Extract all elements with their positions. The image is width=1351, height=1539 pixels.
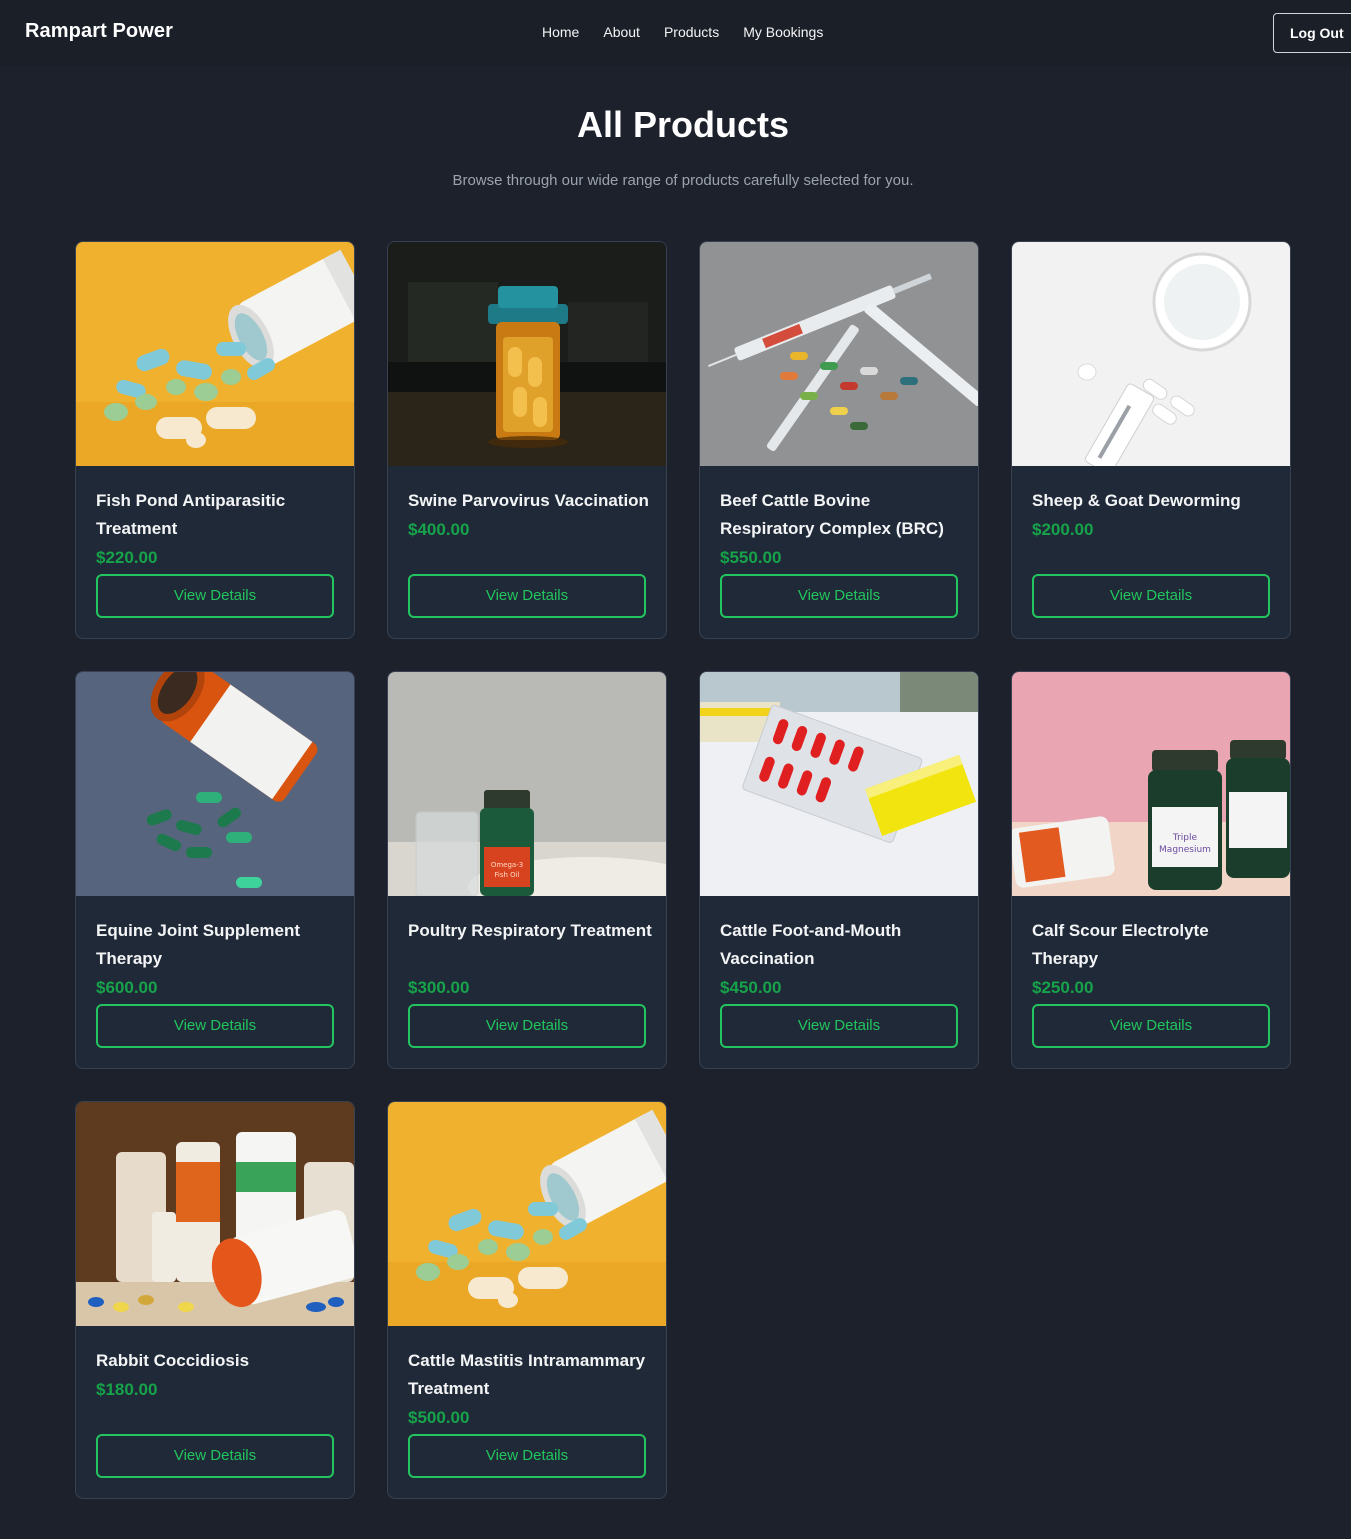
- navbar: Rampart Power Home About Products My Boo…: [0, 0, 1351, 66]
- nav-my-bookings[interactable]: My Bookings: [731, 24, 835, 40]
- view-details-button[interactable]: View Details: [720, 574, 958, 618]
- product-image[interactable]: [1012, 672, 1290, 896]
- nav-products[interactable]: Products: [652, 24, 731, 40]
- product-card: Fish Pond Antiparasitic Treatment $220.0…: [75, 241, 355, 639]
- product-title: Cattle Foot-and-Mouth Vaccination: [720, 921, 902, 968]
- product-image[interactable]: [1012, 242, 1290, 466]
- product-price: $550.00: [720, 548, 782, 567]
- product-title: Beef Cattle Bovine Respiratory Complex (…: [720, 491, 944, 538]
- product-title: Sheep & Goat Deworming: [1032, 491, 1241, 510]
- view-details-button[interactable]: View Details: [96, 574, 334, 618]
- page-subtitle: Browse through our wide range of product…: [452, 172, 914, 189]
- product-card: Poultry Respiratory Treatment $300.00 Vi…: [387, 671, 667, 1069]
- product-card: Cattle Mastitis Intramammary Treatment $…: [387, 1101, 667, 1499]
- view-details-button[interactable]: View Details: [1032, 574, 1270, 618]
- product-card: Calf Scour Electrolyte Therapy $250.00 V…: [1011, 671, 1291, 1069]
- product-image[interactable]: [700, 242, 978, 466]
- product-image[interactable]: [388, 1102, 666, 1326]
- product-image[interactable]: [700, 672, 978, 896]
- product-card: Sheep & Goat Deworming $200.00 View Deta…: [1011, 241, 1291, 639]
- product-card: Beef Cattle Bovine Respiratory Complex (…: [699, 241, 979, 639]
- product-image[interactable]: [388, 242, 666, 466]
- product-title: Rabbit Coccidiosis: [96, 1351, 250, 1370]
- product-title: Poultry Respiratory Treatment: [408, 921, 652, 940]
- nav-home[interactable]: Home: [530, 24, 591, 40]
- page-title: All Products: [576, 104, 790, 145]
- product-card: Swine Parvovirus Vaccination $400.00 Vie…: [387, 241, 667, 639]
- view-details-button[interactable]: View Details: [720, 1004, 958, 1048]
- product-price: $180.00: [96, 1380, 158, 1399]
- product-price: $400.00: [408, 520, 470, 539]
- product-price: $220.00: [96, 548, 158, 567]
- nav-links: Home About Products My Bookings: [530, 24, 835, 40]
- product-price: $300.00: [408, 978, 470, 997]
- logout-button[interactable]: Log Out: [1273, 13, 1351, 53]
- view-details-button[interactable]: View Details: [408, 1434, 646, 1478]
- product-image[interactable]: [76, 242, 354, 466]
- view-details-button[interactable]: View Details: [1032, 1004, 1270, 1048]
- nav-about[interactable]: About: [591, 24, 652, 40]
- view-details-button[interactable]: View Details: [96, 1434, 334, 1478]
- product-image[interactable]: [76, 672, 354, 896]
- product-title: Fish Pond Antiparasitic Treatment: [96, 491, 286, 538]
- product-price: $250.00: [1032, 978, 1094, 997]
- product-image[interactable]: [388, 672, 666, 896]
- product-title: Calf Scour Electrolyte Therapy: [1032, 921, 1209, 968]
- product-price: $200.00: [1032, 520, 1094, 539]
- product-price: $600.00: [96, 978, 158, 997]
- brand-logo[interactable]: Rampart Power: [25, 20, 173, 43]
- product-image[interactable]: [76, 1102, 354, 1326]
- view-details-button[interactable]: View Details: [408, 574, 646, 618]
- product-card: Equine Joint Supplement Therapy $600.00 …: [75, 671, 355, 1069]
- product-price: $450.00: [720, 978, 782, 997]
- view-details-button[interactable]: View Details: [408, 1004, 646, 1048]
- product-card: Cattle Foot-and-Mouth Vaccination $450.0…: [699, 671, 979, 1069]
- view-details-button[interactable]: View Details: [96, 1004, 334, 1048]
- product-title: Cattle Mastitis Intramammary Treatment: [408, 1351, 646, 1398]
- product-price: $500.00: [408, 1408, 470, 1427]
- product-title: Equine Joint Supplement Therapy: [96, 921, 301, 968]
- product-title: Swine Parvovirus Vaccination: [408, 491, 649, 510]
- product-card: Rabbit Coccidiosis $180.00 View Details: [75, 1101, 355, 1499]
